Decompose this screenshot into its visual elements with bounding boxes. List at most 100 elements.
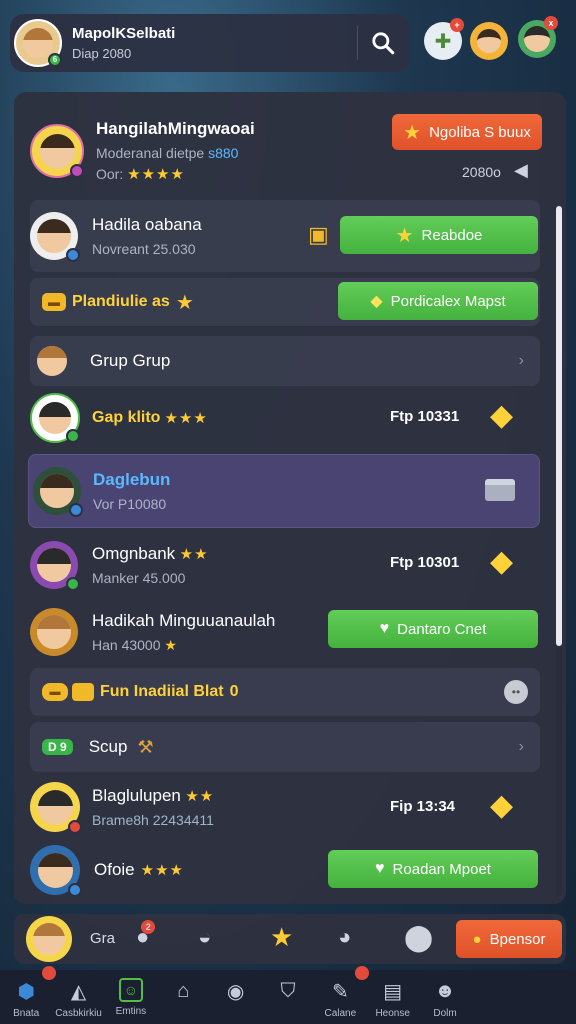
row-name: Fun Inadiial Blat: [100, 683, 224, 700]
nav-label: Bnata: [13, 1008, 40, 1019]
row-avatar: [30, 782, 82, 834]
nav-item[interactable]: ⌂: [157, 970, 209, 1024]
heart-icon: ♥: [379, 620, 390, 637]
row-name: Scup: [88, 737, 128, 756]
scrollbar-thumb[interactable]: [556, 206, 562, 646]
list-item-selected[interactable]: Daglebun Vor P10080: [28, 454, 540, 528]
nav-item[interactable]: ◭ Casbkirkiu: [52, 970, 104, 1024]
gift-icon[interactable]: ✚ +: [424, 18, 464, 60]
coin-icon: ▬: [42, 293, 66, 311]
nav-item[interactable]: ◉: [209, 970, 261, 1024]
nav-item-active[interactable]: ☺ Emtins: [105, 970, 157, 1024]
list-item[interactable]: D 9 Scup ⚒ ›: [30, 722, 540, 772]
claim-button-label: Dantaro Cnet: [397, 620, 487, 638]
action-avatar[interactable]: [26, 916, 72, 962]
row-name: Ofoie: [94, 860, 135, 879]
row-avatar: [30, 212, 80, 262]
row-meta: Manker 45.000: [92, 570, 186, 586]
row-name: Hadila oabana: [92, 215, 202, 234]
row-avatar: [30, 845, 82, 897]
list-item[interactable]: ▬ Plandiulie as ★ ◆ Pordicalex Mapst: [30, 278, 540, 326]
claim-button[interactable]: ◆ Pordicalex Mapst: [338, 282, 538, 320]
nav-item[interactable]: ⬢ Bnata: [0, 966, 57, 1024]
row-name: Omgnbank: [92, 544, 176, 563]
more-icon[interactable]: ••: [504, 680, 528, 704]
claim-button[interactable]: ♥ Roadan Mpoet: [328, 850, 538, 888]
row-avatar: [33, 467, 83, 517]
row-meta: Vor P10080: [93, 496, 167, 512]
row-price: Ftp 10331: [390, 408, 460, 425]
claim-button-label: Roadan Mpoet: [392, 860, 491, 878]
nav-item[interactable]: ☻ Dolm: [419, 970, 471, 1024]
shield-outline-icon: ⛉: [280, 979, 296, 1002]
row-tag: D 9: [42, 739, 73, 755]
planet-icon: ◉: [226, 980, 245, 1003]
row-name: Daglebun: [93, 470, 171, 489]
player-avatar[interactable]: 6: [14, 19, 62, 67]
row-avatar: [30, 339, 74, 383]
chevron-right-icon: ›: [518, 352, 524, 369]
friend-avatar-icon[interactable]: [470, 22, 508, 60]
list-item[interactable]: Ofoie ★★★ ♥ Roadan Mpoet: [30, 842, 540, 898]
claim-button[interactable]: ★ Reabdoe: [340, 216, 538, 254]
list-item[interactable]: Hadikah Minguuanaulah Han 43000 ★ ♥ Dant…: [30, 600, 540, 664]
helmet-icon[interactable]: ◒: [198, 924, 211, 950]
gem-icon: ◆: [490, 789, 514, 822]
heart-icon: ♥: [375, 860, 385, 877]
smile-icon: ☺: [118, 978, 143, 1002]
row-stars: ★★★: [164, 410, 208, 427]
featured-item[interactable]: HangilahMingwaoai Moderanal dietpe s880 …: [30, 106, 542, 196]
list-item[interactable]: Hadila oabana Novreant 25.030 ▣ ★ Reabdo…: [30, 200, 540, 272]
featured-price: 2080o: [462, 164, 501, 180]
nav-label: Emtins: [115, 1006, 147, 1017]
row-name: Blaglulupen: [92, 786, 181, 805]
row-stars: ★★★: [140, 862, 184, 879]
list-item[interactable]: Blaglulupen ★★ Brame8h 22434411 Fip 13:3…: [30, 776, 540, 838]
row-price: Fip 13:34: [390, 798, 456, 815]
claim-button-label: Pordicalex Mapst: [390, 292, 506, 310]
list-item[interactable]: Omgnbank ★★ Manker 45.000 Ftp 10301 ◆: [30, 532, 540, 598]
rewards-panel: HangilahMingwaoai Moderanal dietpe s880 …: [14, 92, 566, 904]
cat-icon[interactable]: ◕: [338, 924, 351, 950]
nav-item[interactable]: ⛉: [262, 970, 314, 1024]
sponsor-label: Bpensor: [489, 930, 546, 948]
player-name: MapolKSelbati: [72, 25, 176, 42]
user-icon: ☻: [434, 979, 456, 1002]
row-avatar: [30, 541, 80, 591]
featured-meta: Moderanal dietpe: [96, 145, 205, 161]
box-icon: [485, 479, 515, 501]
star-icon: ★: [395, 224, 414, 247]
list-item[interactable]: ▬ Fun Inadiial Blat 0 ••: [30, 668, 540, 716]
row-stars: ★★: [185, 788, 215, 805]
shield-icon: ⬢: [12, 966, 57, 1004]
ring-icon[interactable]: ⬤: [404, 922, 433, 953]
sponsor-button[interactable]: ● Bpensor: [456, 920, 562, 958]
nav-label: Casbkirkiu: [55, 1008, 102, 1019]
bottom-nav: ⬢ Bnata ◭ Casbkirkiu ☺ Emtins ⌂ ◉ ⛉ ✎ Ca…: [0, 966, 576, 1024]
claim-button[interactable]: ♥ Dantaro Cnet: [328, 610, 538, 648]
row-name: Grup Grup: [90, 351, 171, 370]
featured-meta2: Oor:: [96, 166, 124, 182]
featured-stars: ★★★★: [127, 166, 185, 183]
chevron-right-icon: ›: [518, 738, 524, 755]
row-tag: 0: [229, 683, 239, 700]
star-icon: ★: [175, 291, 194, 314]
chest-icon: ▣: [308, 222, 329, 247]
chat-icon[interactable]: ● 2: [136, 920, 156, 950]
nav-item[interactable]: ✎ Calane: [314, 966, 369, 1024]
star-icon[interactable]: ★: [270, 922, 293, 953]
row-meta: Brame8h 22434411: [92, 812, 214, 828]
row-meta: Novreant 25.030: [92, 241, 196, 257]
profile-header[interactable]: 6 MapolKSelbati Diap 2080: [10, 14, 410, 72]
nav-label: Dolm: [433, 1008, 457, 1019]
nav-item[interactable]: ▤ Heonse: [367, 970, 419, 1024]
list-item[interactable]: Grup Grup ›: [30, 336, 540, 386]
megaphone-icon: ◀: [514, 160, 528, 180]
featured-claim-button[interactable]: ★ Ngoliba S buux: [392, 114, 542, 150]
list-item[interactable]: Gap klito ★★★ Ftp 10331 ◆: [30, 388, 540, 448]
claim-button-label: Reabdoe: [421, 226, 483, 244]
notification-avatar-icon[interactable]: x: [518, 16, 558, 58]
search-icon[interactable]: [370, 30, 396, 56]
chest-icon: [72, 683, 94, 701]
row-meta: Han 43000: [92, 636, 161, 653]
